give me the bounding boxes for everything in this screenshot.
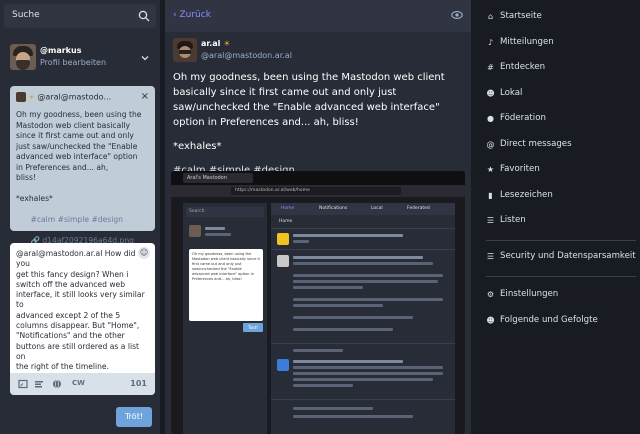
divider (486, 276, 636, 277)
toot-button[interactable]: Tröt! (116, 407, 152, 427)
list-icon: ☰ (486, 216, 495, 225)
avatar (189, 225, 201, 237)
browser-titlebar: Aral's Mastodon (171, 171, 465, 185)
globe-icon: ● (487, 114, 494, 123)
screenshot-page: Search Oh my goodness, been using the Ma… (181, 201, 455, 434)
bell-icon: ♪ (487, 38, 494, 47)
screenshot-column-title: Home (279, 219, 293, 224)
compose-column: Suche @markus Profil bearbeiten ☀ @aral@… (0, 0, 160, 434)
edit-profile-link[interactable]: Profil bearbeiten (40, 58, 106, 67)
reply-author: ☀ @aral@mastodo... (16, 92, 111, 102)
character-counter: 101 (130, 379, 147, 388)
screenshot-compose-column: Search Oh my goodness, been using the Ma… (183, 203, 267, 434)
home-icon: ⌂ (487, 12, 494, 21)
browser-url: https://mastodon.ar.al/web/home (231, 187, 401, 195)
status-detail-column: ‹ Zurück ar.al ☀ @aral@mastodon.ar.al Oh… (165, 0, 471, 434)
screenshot-nav-item: Notifications (319, 206, 348, 211)
star-icon: ★ (486, 165, 495, 174)
screenshot-nav-item: Federated (407, 206, 430, 211)
search-placeholder: Suche (12, 10, 40, 20)
chevron-down-icon[interactable] (141, 54, 149, 62)
users-icon: ☻ (486, 316, 495, 325)
sun-emoji-icon: ☀ (28, 93, 35, 102)
avatar[interactable] (10, 44, 36, 70)
at-icon: @ (486, 140, 495, 149)
divider (486, 240, 636, 241)
column-header: ‹ Zurück (165, 0, 471, 32)
screenshot-nav: Home Notifications Local Federated (271, 203, 455, 215)
status-content: Oh my goodness, been using the Mastodon … (173, 70, 465, 187)
status-paragraph: Oh my goodness, been using the Mastodon … (173, 72, 445, 128)
screenshot-search: Search (186, 207, 264, 217)
screenshot-toot-button: Toot! (243, 323, 263, 332)
compose-toolbar: CW 101 (10, 373, 155, 395)
browser-urlbar: https://mastodon.ar.al/web/home (171, 185, 465, 197)
author-name: ar.al ☀ (201, 39, 231, 48)
sun-emoji-icon: ☀ (223, 39, 231, 48)
avatar (277, 233, 289, 245)
content-warning-button[interactable]: CW (72, 379, 85, 387)
search-icon[interactable] (138, 10, 150, 22)
reply-body: Oh my goodness, been using the Mastodon … (16, 110, 142, 203)
users-icon: ☻ (486, 89, 495, 98)
screenshot-nav-item: Home (281, 206, 295, 211)
emoji-picker-icon[interactable]: ☺ (138, 247, 150, 259)
avatar[interactable] (173, 38, 197, 62)
avatar (277, 255, 289, 267)
back-button[interactable]: ‹ Zurück (173, 10, 211, 20)
bookmark-icon: ▮ (488, 191, 493, 200)
upload-icon[interactable] (18, 379, 28, 389)
status-paragraph: *exhales* (173, 141, 222, 152)
navigation-panel: ⌂ Startseite ♪ Mitteilungen # Entdecken … (486, 11, 636, 325)
reply-handle: @aral@mastodo... (37, 92, 112, 102)
screenshot-compose-card: Oh my goodness, been using the Mastodon … (189, 249, 263, 321)
browser-tab: Aral's Mastodon (183, 173, 253, 183)
search-input[interactable]: Suche (4, 4, 156, 28)
reply-indicator: ☀ @aral@mastodo... × Oh my goodness, bee… (10, 86, 155, 245)
hashtag-icon: # (487, 63, 494, 72)
author-handle: @aral@mastodon.ar.al (201, 51, 292, 60)
avatar (16, 92, 26, 102)
lines-icon: ☰ (486, 252, 495, 261)
eye-icon[interactable] (451, 10, 463, 20)
poll-icon[interactable] (34, 379, 44, 389)
gear-icon: ⚙ (486, 290, 495, 299)
avatar (277, 359, 289, 371)
screenshot-nav-item: Local (371, 206, 383, 211)
profile-username: @markus (40, 46, 82, 55)
close-icon[interactable]: × (141, 91, 149, 102)
globe-icon[interactable] (52, 379, 62, 389)
screenshot-home-column: Home Notifications Local Federated Home (271, 203, 455, 434)
compose-form[interactable]: @aral@mastodon.ar.al How did you get thi… (10, 243, 155, 433)
own-profile[interactable]: @markus Profil bearbeiten (10, 44, 155, 74)
attached-screenshot[interactable]: Aral's Mastodon https://mastodon.ar.al/w… (171, 171, 465, 434)
